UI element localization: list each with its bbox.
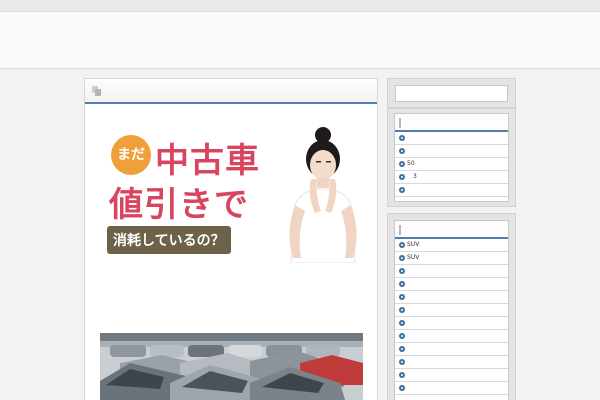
list-item[interactable]: [395, 278, 508, 291]
hero-banner: まだ 中古車 値引きで 消耗しているの？: [99, 115, 365, 265]
list-item[interactable]: [395, 317, 508, 330]
list-bullet-icon: [399, 135, 405, 141]
banner-title-line1: 中古車: [155, 141, 260, 181]
list-bullet-icon: [399, 174, 405, 180]
list-bullet-icon: [399, 148, 405, 154]
used-cars-photo: [100, 333, 363, 400]
widget-1-box: 50 3: [394, 113, 509, 202]
list-item[interactable]: SUV: [395, 239, 508, 252]
list-bullet-icon: [399, 242, 405, 248]
list-item[interactable]: [395, 330, 508, 343]
list-item[interactable]: [395, 343, 508, 356]
list-item[interactable]: [395, 265, 508, 278]
list-item[interactable]: [395, 304, 508, 317]
site-header: [0, 12, 600, 69]
list-item[interactable]: [395, 132, 508, 145]
widget-2-box: SUV SUV: [394, 220, 509, 400]
list-bullet-icon: [399, 187, 405, 193]
list-item[interactable]: [395, 184, 508, 197]
widget-2-header: [395, 221, 508, 239]
list-bullet-icon: [399, 268, 405, 274]
list-bullet-icon: [399, 346, 405, 352]
list-item[interactable]: 50: [395, 158, 508, 171]
list-bullet-icon: [399, 294, 405, 300]
list-item[interactable]: [395, 145, 508, 158]
list-item[interactable]: [395, 382, 508, 395]
widget-1-header: [395, 114, 508, 132]
list-item-label: 3: [407, 173, 417, 180]
list-item[interactable]: SUV: [395, 252, 508, 265]
sidebar-widget-1: 50 3: [387, 108, 516, 207]
list-bullet-icon: [399, 161, 405, 167]
list-item-label: SUV: [407, 241, 420, 248]
badge-mada: まだ: [111, 135, 151, 175]
list-bullet-icon: [399, 281, 405, 287]
banner-title-line2: 値引きで: [109, 185, 249, 225]
woman-illustration: [289, 127, 357, 263]
list-item[interactable]: 3: [395, 171, 508, 184]
list-bullet-icon: [399, 372, 405, 378]
list-item[interactable]: [395, 356, 508, 369]
main-article-panel: まだ 中古車 値引きで 消耗しているの？: [84, 78, 378, 400]
list-bullet-icon: [399, 307, 405, 313]
list-bullet-icon: [399, 359, 405, 365]
list-bullet-icon: [399, 255, 405, 261]
article-header: [85, 79, 377, 104]
document-icon: [92, 86, 101, 96]
list-bullet-icon: [399, 320, 405, 326]
sidebar-widget-2: SUV SUV: [387, 213, 516, 400]
browser-top-bar: [0, 0, 600, 12]
search-input[interactable]: [395, 85, 508, 102]
list-bullet-icon: [399, 385, 405, 391]
list-item-label: 50: [407, 160, 415, 167]
list-item[interactable]: [395, 291, 508, 304]
list-item-label: SUV: [407, 254, 420, 261]
banner-subtitle: 消耗しているの？: [107, 226, 231, 254]
list-item[interactable]: [395, 369, 508, 382]
sidebar-search-widget: [387, 78, 516, 108]
list-bullet-icon: [399, 333, 405, 339]
